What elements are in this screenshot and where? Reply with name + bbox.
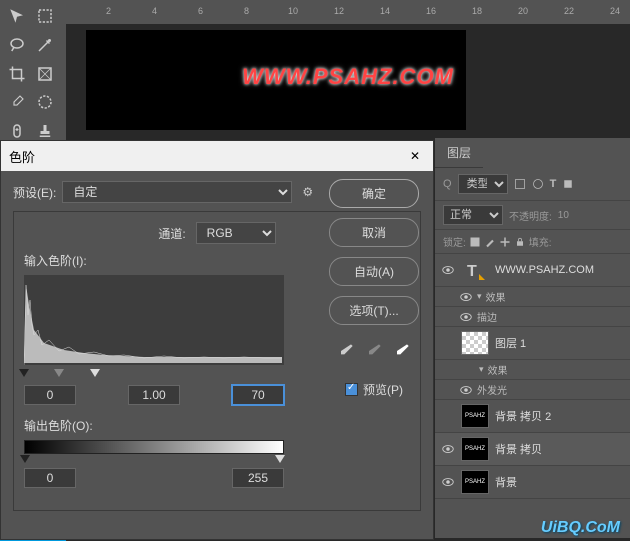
layer-item[interactable]: PSAHZ 背景 拷贝: [435, 433, 630, 466]
layer-item[interactable]: T WWW.PSAHZ.COM: [435, 254, 630, 287]
input-white-handle[interactable]: [90, 369, 100, 379]
canvas-text: WWW.PSAHZ.COM: [242, 64, 454, 90]
chevron-down-icon[interactable]: ▾: [477, 291, 482, 302]
channel-select[interactable]: RGB: [196, 222, 276, 244]
watermark: UiBQ.CoM: [541, 519, 620, 537]
layer-item[interactable]: 图层 1: [435, 327, 630, 360]
input-gamma-field[interactable]: [128, 385, 180, 405]
opacity-label: 不透明度:: [509, 208, 552, 223]
layer-name: 背景 拷贝: [495, 441, 542, 457]
visibility-icon[interactable]: [441, 442, 455, 456]
layer-thumb: PSAHZ: [461, 404, 489, 428]
lock-brush-icon[interactable]: [484, 236, 496, 248]
input-black-handle[interactable]: [19, 369, 29, 379]
visibility-icon[interactable]: [441, 475, 455, 489]
layer-effect-item[interactable]: 外发光: [435, 380, 630, 400]
white-eyedropper-icon[interactable]: [392, 341, 412, 361]
lock-label: 锁定:: [443, 234, 466, 249]
ok-button[interactable]: 确定: [329, 179, 419, 208]
layer-thumb: PSAHZ: [461, 470, 489, 494]
chevron-down-icon[interactable]: ▾: [479, 364, 484, 375]
filter-adjust-icon[interactable]: [532, 178, 544, 190]
input-white-field[interactable]: [232, 385, 284, 405]
lock-move-icon[interactable]: [499, 236, 511, 248]
visibility-icon[interactable]: [459, 383, 473, 397]
options-button[interactable]: 选项(T)...: [329, 296, 419, 325]
layer-filter-select[interactable]: 类型: [458, 174, 508, 194]
output-black-field[interactable]: [24, 468, 76, 488]
dialog-titlebar[interactable]: 色阶 ✕: [1, 141, 433, 171]
eyedropper-tool-icon[interactable]: [4, 90, 30, 114]
layer-effects-row[interactable]: ▾ 效果: [435, 360, 630, 380]
input-slider[interactable]: [24, 369, 284, 381]
svg-text:T: T: [467, 263, 477, 280]
gear-icon[interactable]: ⚙: [302, 185, 313, 199]
tool-panel: [0, 0, 66, 150]
layer-name: 图层 1: [495, 335, 526, 351]
layer-item[interactable]: PSAHZ 背景 拷贝 2: [435, 400, 630, 433]
filter-text-icon[interactable]: T: [550, 178, 557, 190]
layers-panel: 图层 Q 类型 T 正常 不透明度: 10 锁定: 填充: T WWW.PSAH…: [435, 138, 630, 538]
layer-list: T WWW.PSAHZ.COM ▾ 效果 描边 图层 1 ▾ 效果 外发光: [435, 254, 630, 499]
output-black-handle[interactable]: [20, 455, 30, 465]
layer-effect-item[interactable]: 描边: [435, 307, 630, 327]
opacity-value[interactable]: 10: [558, 210, 569, 221]
auto-button[interactable]: 自动(A): [329, 257, 419, 286]
layer-name: 背景: [495, 474, 517, 490]
lock-pixels-icon[interactable]: [469, 236, 481, 248]
preset-select[interactable]: 自定: [62, 181, 292, 203]
output-levels-label: 输出色阶(O):: [24, 417, 410, 434]
filter-image-icon[interactable]: [514, 178, 526, 190]
layers-tab[interactable]: 图层: [435, 138, 483, 168]
input-gamma-handle[interactable]: [54, 369, 64, 379]
horizontal-ruler: 2 4 6 8 10 12 14 16 18 20 22 24: [66, 0, 630, 24]
lasso-tool-icon[interactable]: [4, 33, 30, 57]
histogram: [24, 275, 284, 365]
blend-mode-select[interactable]: 正常: [443, 205, 503, 225]
channel-label: 通道:: [158, 225, 185, 242]
output-gradient[interactable]: [24, 440, 284, 454]
filter-shape-icon[interactable]: [562, 178, 574, 190]
output-white-field[interactable]: [232, 468, 284, 488]
ellipse-marquee-icon[interactable]: [32, 90, 58, 114]
crop-tool-icon[interactable]: [4, 62, 30, 86]
visibility-icon[interactable]: [459, 310, 473, 324]
fill-label: 填充:: [529, 234, 552, 249]
layer-item[interactable]: PSAHZ 背景: [435, 466, 630, 499]
output-white-handle[interactable]: [275, 455, 285, 465]
close-icon[interactable]: ✕: [405, 146, 425, 166]
input-black-field[interactable]: [24, 385, 76, 405]
black-eyedropper-icon[interactable]: [336, 341, 356, 361]
lock-all-icon[interactable]: [514, 236, 526, 248]
layer-thumb: [461, 331, 489, 355]
marquee-tool-icon[interactable]: [32, 4, 58, 28]
dialog-title: 色阶: [9, 147, 35, 166]
layer-thumb: PSAHZ: [461, 437, 489, 461]
visibility-icon[interactable]: [459, 290, 473, 304]
text-layer-thumb-icon: T: [461, 258, 489, 282]
layer-name: WWW.PSAHZ.COM: [495, 264, 594, 276]
frame-tool-icon[interactable]: [32, 62, 58, 86]
visibility-icon[interactable]: [441, 263, 455, 277]
levels-dialog: 色阶 ✕ 预设(E): 自定 ⚙ 通道: RGB 输入色阶(I):: [0, 140, 434, 540]
cancel-button[interactable]: 取消: [329, 218, 419, 247]
preset-label: 预设(E):: [13, 184, 56, 201]
preview-label: 预览(P): [363, 381, 403, 398]
wand-tool-icon[interactable]: [32, 33, 58, 57]
layer-effects-row[interactable]: ▾ 效果: [435, 287, 630, 307]
preview-checkbox[interactable]: [345, 383, 358, 396]
layer-name: 背景 拷贝 2: [495, 408, 551, 424]
move-tool-icon[interactable]: [4, 4, 30, 28]
gray-eyedropper-icon[interactable]: [364, 341, 384, 361]
